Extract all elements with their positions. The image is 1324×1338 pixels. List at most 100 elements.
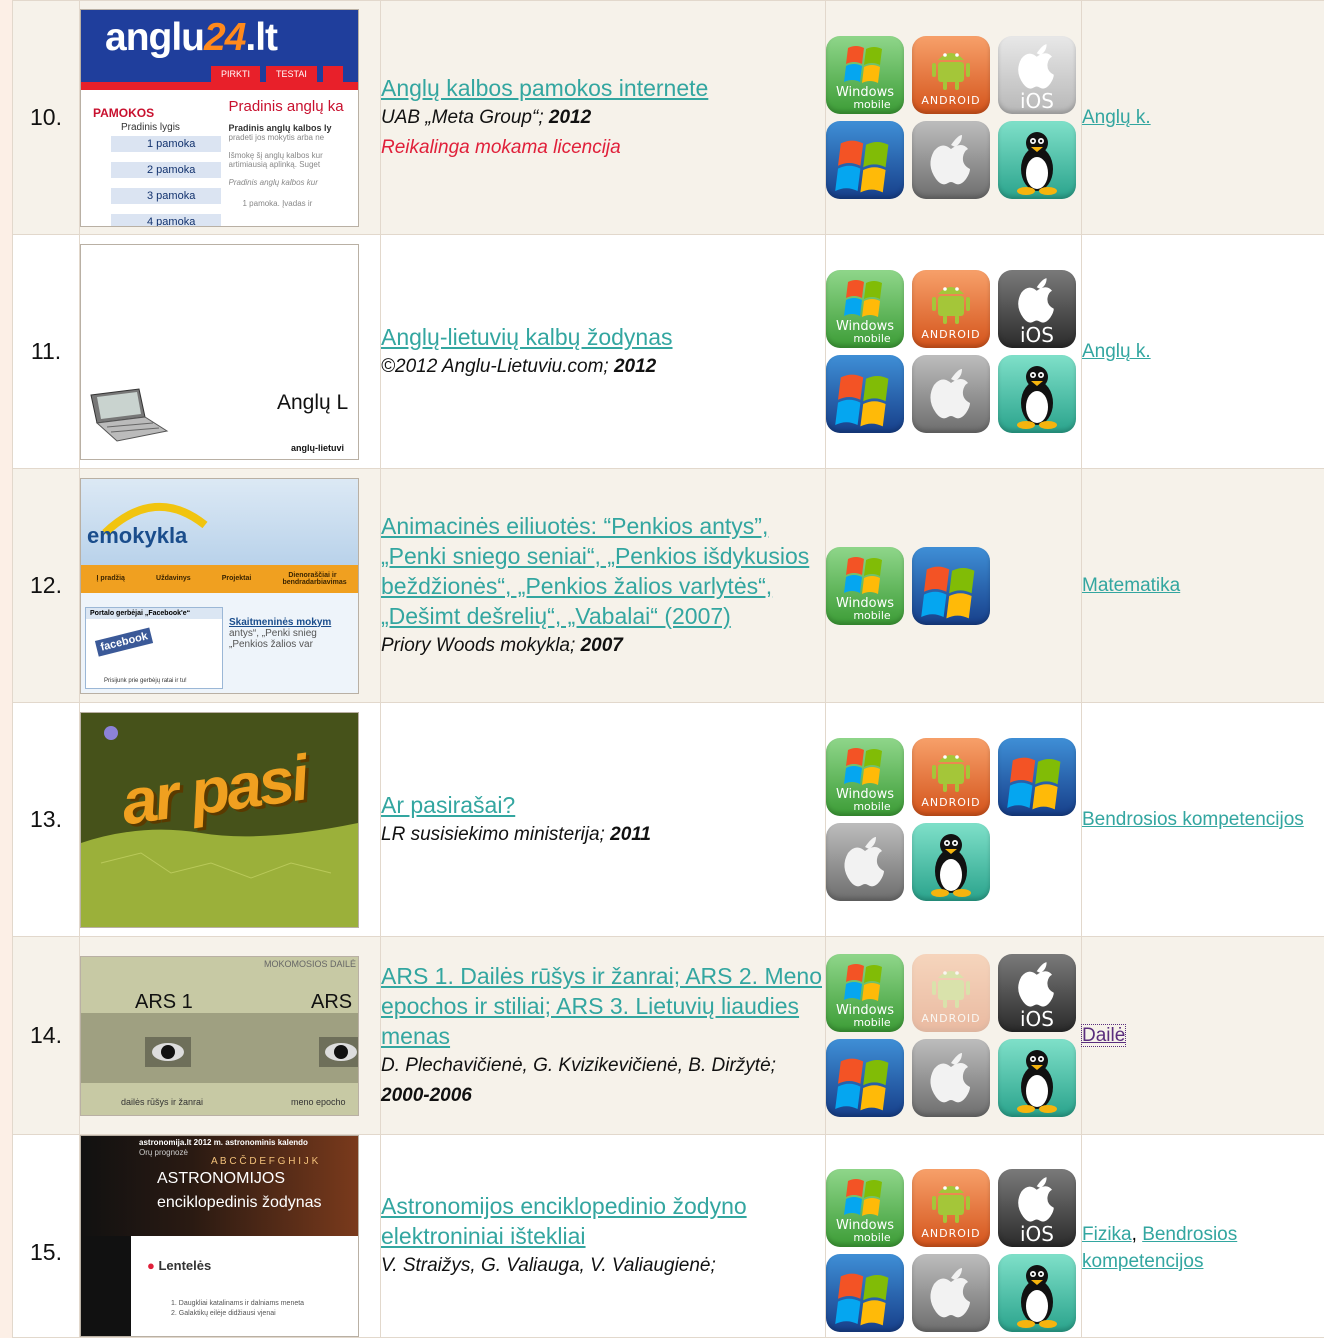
thumb-text: „Penkios žalios var <box>229 639 358 650</box>
subject-link[interactable]: Anglų k. <box>1082 341 1151 362</box>
thumb-caption: anglų-lietuvi <box>291 443 344 453</box>
svg-text:iOS: iOS <box>1020 1007 1054 1031</box>
thumb-label: ARS <box>311 991 352 1014</box>
thumb-lesson: 3 pamoka <box>111 188 221 204</box>
thumb-header: MOKOMOSIOS DAILĖ <box>264 959 356 969</box>
subject-link[interactable]: Matematika <box>1082 575 1180 596</box>
table-row: 12. emokykla Į pradžią Uždavinys Projekt… <box>13 469 1324 703</box>
resource-title-link[interactable]: Animacinės eiliuotės: “Penkios antys”, „… <box>381 511 825 631</box>
windows-mobile-icon: Windowsmobile <box>826 36 904 114</box>
device-image <box>87 387 169 443</box>
row-number: 14. <box>13 937 80 1135</box>
mac-icon <box>826 823 904 901</box>
thumb-heading: Pradinis anglų ka <box>229 98 359 115</box>
thumb-text: Pradinis anglų kalbos kur <box>229 178 359 187</box>
resource-author: UAB „Meta Group“; 2012 <box>381 103 825 133</box>
thumb-logo: emokykla <box>87 523 187 549</box>
subject-link[interactable]: Dailė <box>1082 1025 1125 1046</box>
svg-text:ANDROID: ANDROID <box>921 1227 980 1240</box>
thumb-side-title: PAMOKOS <box>93 106 221 120</box>
thumb-section: ● Lentelės <box>147 1258 211 1273</box>
thumbnail-anglu24[interactable]: anglu24.lt PIRKTI TESTAI PAMOKOS Pradini… <box>80 9 359 227</box>
linux-icon <box>998 121 1076 199</box>
resource-year: 2012 <box>549 107 591 128</box>
windows-icon <box>826 121 904 199</box>
table-row: 14. MOKOMOSIOS DAILĖ ARS 1 ARS dailės rū… <box>13 937 1324 1135</box>
thumb-lesson: 4 pamoka <box>111 214 221 227</box>
thumb-text: artimiausią aplinką. Suget <box>229 160 359 169</box>
svg-text:mobile: mobile <box>853 98 891 111</box>
resource-author: D. Plechavičienė, G. Kvizikevičienė, B. … <box>381 1051 825 1081</box>
thumb-alphabet: A B C Č D E F G H I J K <box>211 1156 318 1167</box>
thumbnail-ars[interactable]: MOKOMOSIOS DAILĖ ARS 1 ARS dailės rūšys … <box>80 956 359 1116</box>
svg-text:iOS: iOS <box>1020 89 1054 113</box>
thumb-label: ARS 1 <box>135 991 193 1014</box>
resource-year: 2007 <box>581 635 623 656</box>
table-row: 10. anglu24.lt PIRKTI TESTAI PAMOKOS <box>13 1 1324 235</box>
subject-cell: Bendrosios kompetencijos <box>1082 703 1324 937</box>
thumb-nav: Dienoraščiai ir bendradarbiavimas <box>282 572 342 586</box>
windows-mobile-icon: Windowsmobile <box>826 547 904 625</box>
linux-icon <box>998 355 1076 433</box>
svg-text:ANDROID: ANDROID <box>921 94 980 107</box>
thumb-lesson: 1 pamoka <box>111 136 221 152</box>
resource-title-link[interactable]: Astronomijos enciklopedinio žodyno elekt… <box>381 1191 825 1251</box>
thumb-text: 2. Galaktikų eilėje didžiausi vjenai <box>171 1310 276 1317</box>
thumb-text: 1 pamoka. Įvadas ir <box>229 199 359 208</box>
platform-icons: Windowsmobile ANDROID iOS <box>826 1 1082 235</box>
android-icon: ANDROID <box>912 1169 990 1247</box>
resource-year: 2000-2006 <box>381 1081 825 1111</box>
thumb-heading: Anglų L <box>277 391 348 415</box>
svg-text:iOS: iOS <box>1020 1222 1054 1246</box>
thumb-nav: Projektai <box>222 575 252 582</box>
thumb-text: Skaitmeninės mokym <box>229 617 358 628</box>
row-number: 13. <box>13 703 80 937</box>
svg-text:mobile: mobile <box>853 332 891 345</box>
row-number: 15. <box>13 1135 80 1338</box>
mac-icon <box>912 1039 990 1117</box>
resource-author: Priory Woods mokykla; 2007 <box>381 631 825 661</box>
resource-title-link[interactable]: Anglų-lietuvių kalbų žodynas <box>381 322 825 352</box>
resource-title-link[interactable]: Ar pasirašai? <box>381 790 825 820</box>
ios-icon: iOS <box>998 1169 1076 1247</box>
row-number: 11. <box>13 235 80 469</box>
thumbnail-emokykla[interactable]: emokykla Į pradžią Uždavinys Projektai D… <box>80 478 359 694</box>
platform-icons: Windowsmobile ANDROID iOS <box>826 937 1082 1135</box>
svg-text:mobile: mobile <box>853 609 891 622</box>
android-icon: ANDROID <box>912 738 990 816</box>
windows-mobile-icon: Windowsmobile <box>826 270 904 348</box>
mac-icon <box>912 355 990 433</box>
thumb-text: 1. Daugkliai katalinams ir dalniams mene… <box>171 1300 304 1307</box>
thumb-title: ASTRONOMIJOS <box>157 1170 285 1188</box>
svg-text:mobile: mobile <box>853 1231 891 1244</box>
resource-title-link[interactable]: Anglų kalbos pamokos internete <box>381 73 825 103</box>
row-number: 12. <box>13 469 80 703</box>
listing-table: 10. anglu24.lt PIRKTI TESTAI PAMOKOS <box>12 0 1324 1338</box>
table-row: 13. ar pasi Ar pasirašai? LR susisiekimo… <box>13 703 1324 937</box>
mac-icon <box>912 1254 990 1332</box>
thumb-text: Išmokę šį anglų kalbos kur <box>229 151 359 160</box>
android-icon: ANDROID <box>912 954 990 1032</box>
resource-author: ©2012 Anglu-Lietuviu.com; 2012 <box>381 352 825 382</box>
thumbnail-astronomy[interactable]: astronomija.lt 2012 m. astronominis kale… <box>80 1135 359 1337</box>
resource-author: LR susisiekimo ministerija; 2011 <box>381 820 825 850</box>
thumb-nav: Uždavinys <box>156 575 191 582</box>
svg-text:mobile: mobile <box>853 800 891 813</box>
thumb-nav: Į pradžią <box>97 575 125 582</box>
thumbnail-ar-pasirasai[interactable]: ar pasi <box>80 712 359 928</box>
windows-icon <box>998 738 1076 816</box>
subject-link[interactable]: Fizika <box>1082 1224 1132 1245</box>
subject-link[interactable]: Bendrosios kompetencijos <box>1082 809 1304 830</box>
subject-link[interactable]: Anglų k. <box>1082 107 1151 128</box>
thumb-lesson: 2 pamoka <box>111 162 221 178</box>
linux-icon <box>998 1039 1076 1117</box>
thumb-text: Pradinis anglų kalbos ly <box>229 123 359 133</box>
thumb-fb-foot: Prisijunk prie gerbėjų ratai ir tu! <box>104 678 187 684</box>
windows-icon <box>912 547 990 625</box>
windows-icon <box>826 1254 904 1332</box>
thumbnail-dictionary[interactable]: Anglų L anglų-lietuvi <box>80 244 359 460</box>
thumb-nav: PIRKTI <box>211 66 260 82</box>
resource-title-link[interactable]: ARS 1. Dailės rūšys ir žanrai; ARS 2. Me… <box>381 961 825 1051</box>
thumb-logo-num: 24 <box>204 16 245 59</box>
subject-cell: Dailė <box>1082 937 1324 1135</box>
